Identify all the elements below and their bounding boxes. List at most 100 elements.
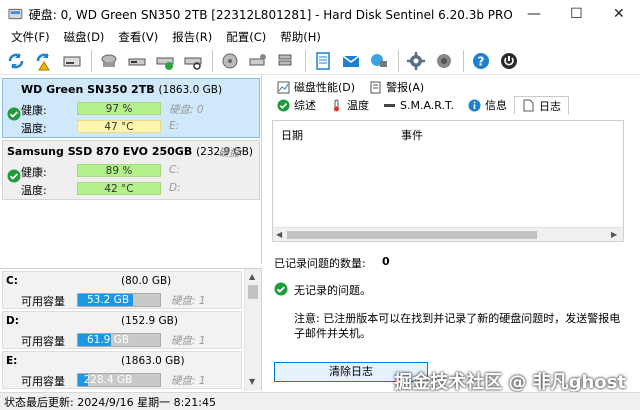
scroll-left-icon[interactable]: ◀ [276, 230, 282, 239]
disk-button[interactable] [59, 48, 85, 74]
minimize-icon: — [527, 6, 541, 22]
toolbar-separator [212, 49, 213, 72]
refresh-alert-button[interactable] [31, 48, 57, 74]
disk-name: WD Green SN350 2TB (1863.0 GB) [21, 83, 223, 96]
tab-label: 温度 [347, 99, 369, 112]
power-button[interactable] [496, 48, 522, 74]
disk-index: 硬盘: 0 [169, 104, 204, 116]
free-space-bar: 61.9 GB [77, 333, 161, 347]
tab-label: 信息 [484, 99, 507, 112]
temperature-label: 温度: [21, 184, 47, 197]
log-horizontal-scrollbar[interactable]: ◀ ▶ [273, 227, 623, 241]
free-space-bar: 228.4 GB [77, 373, 161, 387]
volume-scrollbar[interactable]: ▲ ▼ [244, 269, 261, 391]
disk-card-wd[interactable]: WD Green SN350 2TB (1863.0 GB) 健康: 97 % … [2, 78, 260, 138]
minimize-button[interactable]: — [513, 0, 555, 28]
volume-size: (80.0 GB) [121, 275, 172, 287]
health-label: 健康: [21, 166, 47, 179]
disk-gear-icon [249, 53, 266, 65]
free-space-label: 可用容量 [21, 335, 65, 348]
network-icon [371, 53, 387, 67]
column-header-event[interactable]: 事件 [401, 127, 423, 143]
scroll-up-icon[interactable]: ▲ [249, 272, 255, 281]
scroll-down-icon[interactable]: ▼ [249, 377, 255, 386]
menu-help[interactable]: 帮助(H) [273, 28, 328, 46]
disk-tool-1-button[interactable] [96, 48, 122, 74]
maximize-button[interactable]: ☐ [555, 0, 597, 28]
disk-scan-button[interactable] [180, 48, 206, 74]
tab-temperature[interactable]: 温度 [323, 96, 376, 114]
refresh-button[interactable] [3, 48, 29, 74]
help-icon: ? [473, 52, 489, 69]
temperature-label: 温度: [21, 122, 47, 135]
disk-platter-icon [222, 53, 238, 68]
free-space-label: 可用容量 [21, 295, 65, 308]
disk-list-panel: WD Green SN350 2TB (1863.0 GB) 健康: 97 % … [0, 76, 262, 264]
volume-letter: D: [6, 315, 19, 327]
health-label: 健康: [21, 104, 47, 117]
disk-settings-button[interactable] [245, 48, 271, 74]
scroll-right-icon[interactable]: ▶ [611, 230, 617, 239]
tab-info[interactable]: 信息 [461, 96, 514, 114]
disk-tool-2-button[interactable] [124, 48, 150, 74]
menu-report[interactable]: 报告(R) [165, 28, 219, 46]
volume-d[interactable]: D: (152.9 GB) 可用容量 61.9 GB 硬盘: 1 [2, 311, 242, 349]
toolbar-separator [91, 49, 92, 72]
surface-test-button[interactable] [217, 48, 243, 74]
tab-disk-performance[interactable]: 磁盘性能(D) [270, 78, 362, 96]
disk-head-icon [101, 54, 117, 67]
disk-card-samsung[interactable]: Samsung SSD 870 EVO 250GB (232.9 GB) 硬盘:… [2, 140, 260, 200]
toolbar: ? [0, 47, 640, 75]
alert-icon [369, 81, 382, 94]
column-header-date[interactable]: 日期 [281, 127, 303, 143]
email-button[interactable] [338, 48, 364, 74]
menu-config[interactable]: 配置(C) [219, 28, 273, 46]
tab-row-top: 磁盘性能(D) 警报(A) [270, 78, 431, 96]
tab-row-bottom: 综述 温度 S.M.A.R.T. 信息 日志 [270, 96, 569, 114]
menu-disk[interactable]: 磁盘(D) [57, 28, 112, 46]
volume-disk-index: 硬盘: 1 [171, 335, 206, 347]
tab-label: 磁盘性能(D) [294, 81, 356, 94]
health-bar: 97 % [77, 102, 161, 115]
disk-drive-icon [128, 58, 146, 65]
sound-button[interactable] [431, 48, 457, 74]
tab-label: S.M.A.R.T. [400, 98, 454, 112]
window-title: 硬盘: 0, WD Green SN350 2TB [22312L801281]… [28, 7, 513, 22]
document-icon [522, 99, 535, 112]
status-text: 状态最后更新: 2024/9/16 星期一 8:21:45 [4, 395, 217, 409]
gear-icon [407, 51, 425, 70]
tab-label: 警报(A) [386, 81, 425, 94]
log-table[interactable]: 日期 事件 ◀ ▶ [272, 120, 624, 242]
tab-alerts[interactable]: 警报(A) [362, 78, 431, 96]
info-icon [468, 99, 481, 112]
settings-button[interactable] [403, 48, 429, 74]
menu-file[interactable]: 文件(F) [4, 28, 57, 46]
network-button[interactable] [366, 48, 392, 74]
refresh-icon [8, 52, 24, 69]
free-space-label: 可用容量 [21, 375, 65, 388]
close-icon: ✕ [612, 6, 625, 22]
no-problem-text: 无记录的问题。 [294, 284, 371, 297]
volume-c[interactable]: C: (80.0 GB) 可用容量 53.2 GB 硬盘: 1 [2, 271, 242, 309]
tab-log[interactable]: 日志 [513, 96, 569, 114]
close-button[interactable]: ✕ [598, 0, 640, 28]
status-bar: 状态最后更新: 2024/9/16 星期一 8:21:45 [0, 392, 640, 410]
disk-list-button[interactable] [273, 48, 299, 74]
volume-size: (152.9 GB) [121, 315, 178, 327]
menu-view[interactable]: 查看(V) [111, 28, 165, 46]
scroll-thumb[interactable] [248, 285, 258, 299]
scroll-thumb[interactable] [287, 231, 537, 239]
svg-text:?: ? [478, 54, 485, 68]
tab-smart[interactable]: S.M.A.R.T. [376, 96, 461, 114]
report-button[interactable] [310, 48, 336, 74]
tab-overview[interactable]: 综述 [270, 96, 323, 114]
disk-check-button[interactable] [152, 48, 178, 74]
volume-e[interactable]: E: (1863.0 GB) 可用容量 228.4 GB 硬盘: 1 [2, 351, 242, 389]
drive-letter: C: [169, 164, 180, 176]
help-button[interactable]: ? [468, 48, 494, 74]
problem-count-value: 0 [382, 255, 390, 268]
chart-icon [277, 81, 290, 94]
tab-label: 日志 [538, 99, 561, 113]
volume-list-panel: C: (80.0 GB) 可用容量 53.2 GB 硬盘: 1 D: (152.… [0, 268, 262, 391]
speaker-icon [437, 53, 451, 68]
